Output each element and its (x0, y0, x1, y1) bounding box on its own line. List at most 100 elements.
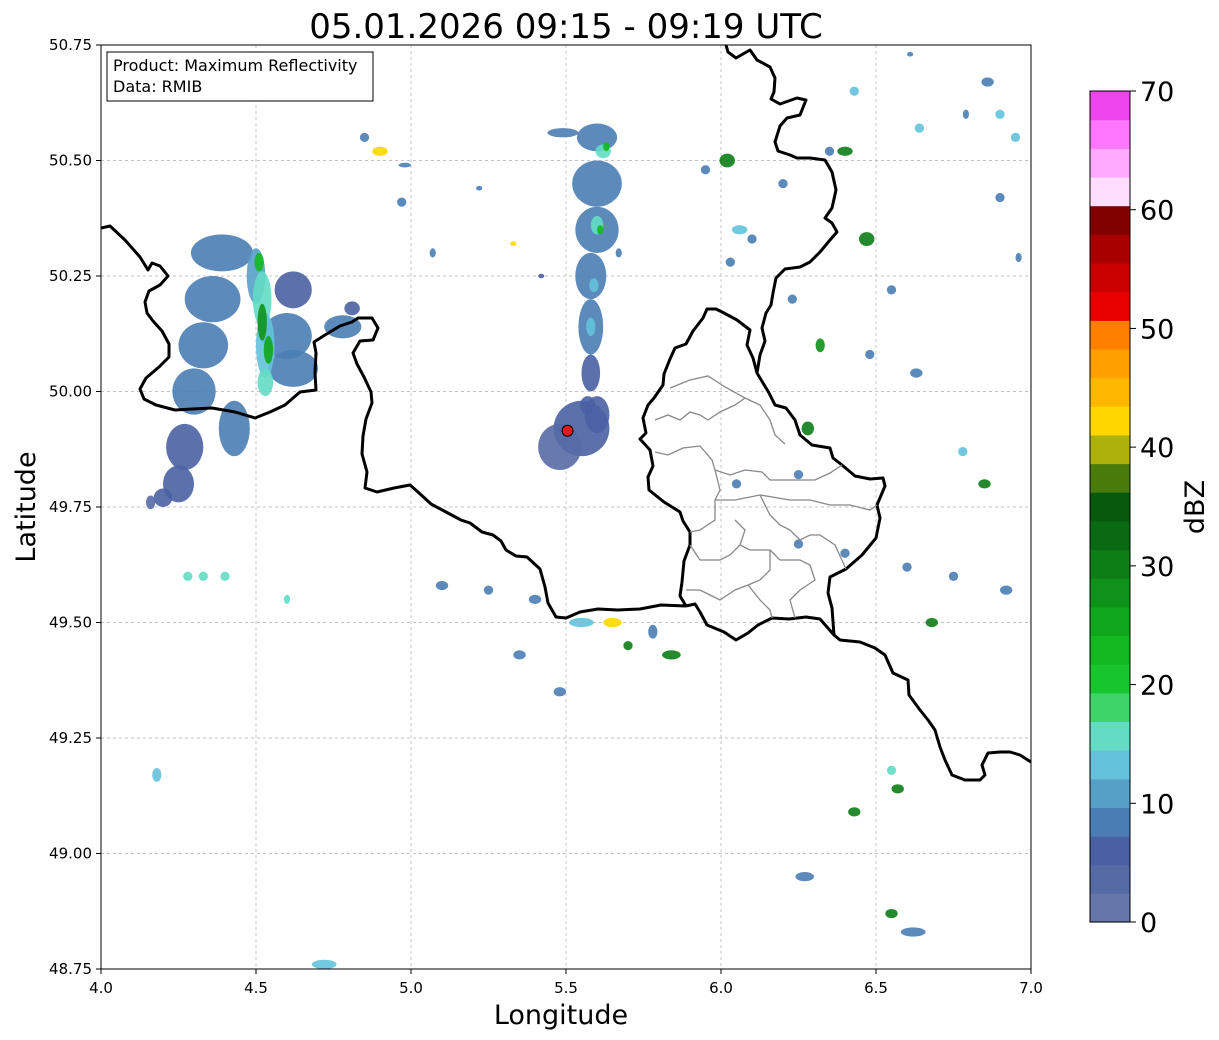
radar-echo-cell (840, 548, 850, 558)
x-tick-label: 6.5 (864, 979, 888, 997)
y-tick-label: 48.75 (49, 960, 92, 978)
y-tick-label: 50.50 (49, 152, 92, 170)
radar-echo-cell (719, 153, 735, 168)
colorbar-segment (1090, 406, 1130, 436)
colorbar-segment (1090, 635, 1130, 665)
radar-echo-cell (268, 349, 319, 387)
radar-echo-cell (483, 585, 494, 595)
radar-echo-cell (263, 336, 274, 364)
radar-echo-cell (787, 294, 797, 304)
radar-echo-cell (575, 252, 607, 300)
dbz-colorbar (1089, 90, 1131, 923)
colorbar-segment (1090, 377, 1130, 407)
y-tick-label: 49.75 (49, 498, 92, 516)
colorbar-segment (1090, 750, 1130, 780)
radar-echo-cell (885, 908, 898, 919)
radar-echo-cell (747, 234, 757, 244)
colorbar-segment (1090, 176, 1130, 207)
radar-site-marker[interactable] (561, 424, 574, 437)
radar-echo-cell (886, 285, 897, 295)
colorbar-segment (1090, 778, 1130, 808)
radar-echo-cell (311, 959, 337, 969)
radar-echo-cell (254, 252, 264, 272)
info-box: Product: Maximum Reflectivity Data: RMIB (106, 51, 374, 102)
colorbar-segment (1090, 549, 1130, 579)
radar-echo-cell (910, 368, 923, 378)
colorbar-segment (1090, 463, 1130, 493)
radar-echo-cell (476, 185, 483, 191)
colorbar-tick-label: 20 (1140, 671, 1174, 702)
radar-map-figure: 05.01.2026 09:15 - 09:19 UTC Product: Ma… (11, 7, 1211, 1031)
radar-echo-cell (995, 192, 1005, 203)
radar-echo-cell (1010, 132, 1021, 143)
info-data-text: Data: RMIB (113, 77, 202, 96)
colorbar-segment (1090, 520, 1130, 551)
radar-echo-cell (662, 650, 681, 660)
colorbar-tick-label: 60 (1140, 196, 1174, 227)
colorbar-segment (1090, 291, 1130, 321)
x-axis-ticks: 4.0 4.5 5.0 5.5 6.0 6.5 7.0 (89, 969, 1043, 997)
radar-echo-cell (886, 765, 897, 775)
x-tick-label: 4.5 (244, 979, 268, 997)
x-axis-label: Longitude (494, 1000, 628, 1031)
radar-echo-cell (849, 86, 859, 96)
radar-echo-cell (190, 234, 253, 272)
colorbar-segment (1090, 664, 1130, 694)
radar-echo-cell (569, 617, 594, 628)
radar-echo-cell (793, 470, 804, 480)
y-tick-label: 50.00 (49, 383, 92, 401)
colorbar-segment (1090, 492, 1130, 522)
colorbar-segment (1090, 205, 1130, 235)
y-tick-label: 49.00 (49, 845, 92, 863)
radar-echo-cell (274, 271, 312, 309)
radar-echo-cell (891, 784, 904, 794)
radar-echo-cell (510, 241, 517, 246)
radar-echo-cell (848, 807, 861, 817)
colorbar-segment (1090, 234, 1130, 264)
colorbar-segment (1090, 606, 1130, 637)
y-tick-label: 49.25 (49, 729, 92, 747)
radar-echo-cell (603, 617, 622, 628)
radar-echo-cell (359, 132, 370, 143)
radar-echo-cell (553, 687, 566, 697)
radar-echo-cell (801, 421, 814, 436)
radar-echo-cell (178, 322, 229, 369)
radar-echo-cell (153, 488, 173, 508)
radar-echo-cell (837, 146, 853, 156)
radar-echo-cell (198, 571, 208, 581)
radar-echo-cell (731, 225, 748, 235)
colorbar-segment (1090, 434, 1130, 465)
radar-echo-cell (145, 495, 156, 510)
radar-echo-cell (581, 354, 601, 392)
colorbar-segment (1090, 348, 1130, 379)
radar-echo-cell (865, 349, 875, 360)
y-axis-label: Latitude (11, 451, 42, 562)
radar-echo-cell (397, 197, 407, 207)
radar-echo-cell (815, 338, 825, 353)
radar-echo-cell (586, 317, 596, 337)
colorbar-segment (1090, 893, 1130, 923)
radar-echo-cell (538, 273, 545, 279)
colorbar-segment (1090, 864, 1130, 894)
map-plot-area[interactable]: Product: Maximum Reflectivity Data: RMIB (100, 44, 1032, 970)
radar-echo-cell (166, 423, 204, 471)
radar-echo-cell (597, 225, 604, 235)
radar-echo-cell (700, 165, 711, 175)
radar-echo-cell (257, 303, 267, 341)
colorbar-ticks: 0 10 20 30 40 50 60 70 (1130, 77, 1174, 939)
radar-echo-cell (528, 594, 542, 605)
radar-echo-cell (220, 571, 230, 581)
colorbar-segment (1090, 578, 1130, 608)
radar-echo-cell (183, 571, 193, 581)
radar-echo-cell (1015, 252, 1022, 263)
radar-echo-cell (978, 479, 991, 489)
x-tick-label: 4.0 (89, 979, 113, 997)
colorbar-segment (1090, 320, 1130, 350)
radar-echo-cell (398, 162, 411, 168)
radar-echo-cell (824, 146, 835, 156)
radar-echo-cell (435, 580, 449, 591)
radar-echo-cell (429, 248, 436, 258)
radar-echo-cell (914, 123, 925, 133)
radar-echo-cell (958, 446, 968, 457)
radar-echo-cell (538, 423, 582, 471)
